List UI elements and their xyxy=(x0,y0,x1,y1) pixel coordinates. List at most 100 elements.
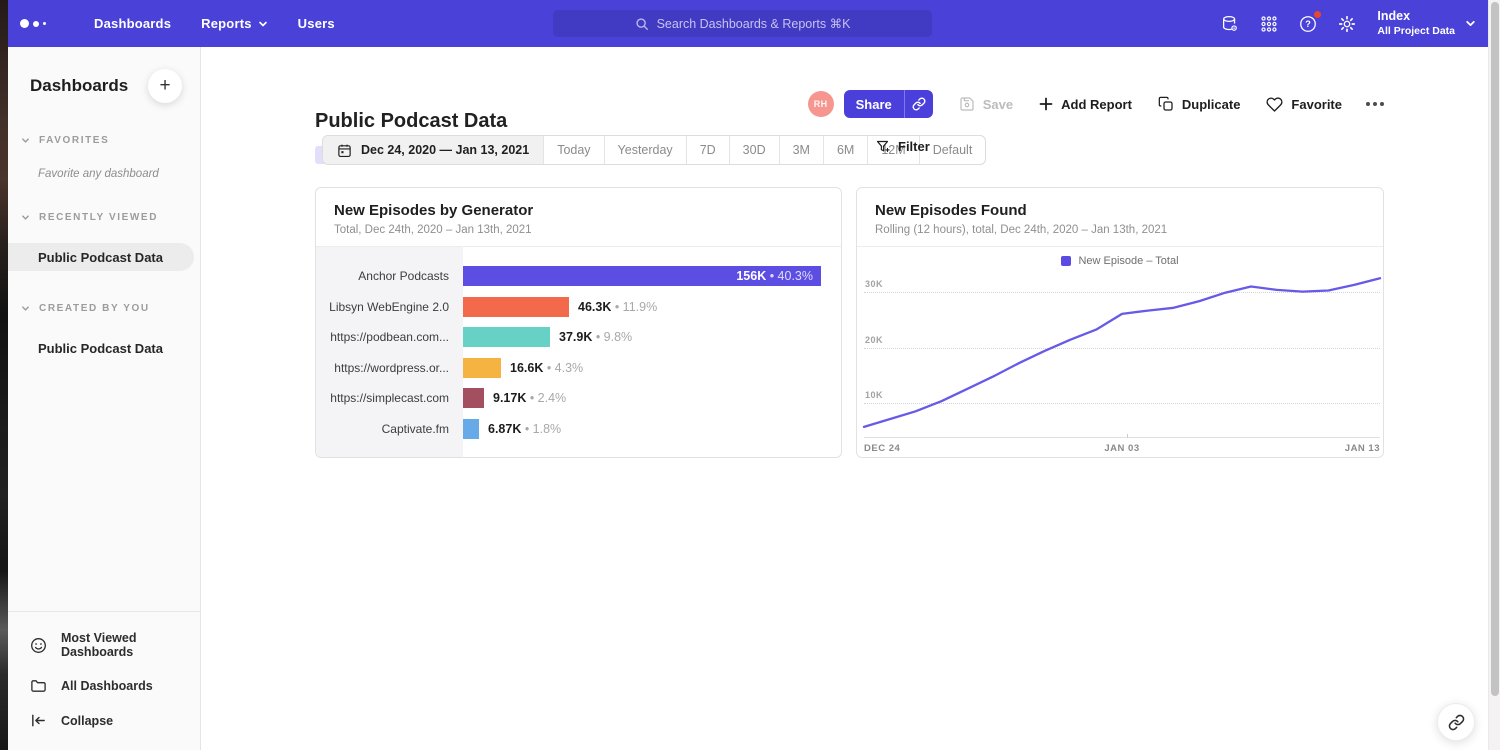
bar-category-label: https://simplecast.com xyxy=(316,391,463,405)
share-link-segment[interactable] xyxy=(904,90,933,118)
line-plot: 10K20K30K xyxy=(864,272,1380,438)
more-options-button[interactable] xyxy=(1366,102,1384,106)
filter-funnel-icon xyxy=(875,139,890,154)
avatar[interactable]: RH xyxy=(808,91,834,117)
nav-item-dashboards[interactable]: Dashboards xyxy=(94,16,171,31)
bar-segment[interactable] xyxy=(463,419,479,439)
copy-icon xyxy=(1158,96,1174,112)
scrollbar-thumb[interactable] xyxy=(1491,2,1499,696)
bar-segment[interactable]: 156K • 40.3% xyxy=(463,266,821,286)
apps-grid-icon[interactable] xyxy=(1258,13,1279,34)
collapse-label: Collapse xyxy=(61,714,113,728)
save-button[interactable]: Save xyxy=(959,96,1013,112)
bar-segment[interactable] xyxy=(463,327,550,347)
filter-button[interactable]: Filter xyxy=(875,139,930,154)
bar-category-label: Libsyn WebEngine 2.0 xyxy=(316,300,463,314)
most-viewed-dashboards-label: Most Viewed Dashboards xyxy=(61,631,200,659)
chart-subtitle: Total, Dec 24th, 2020 – Jan 13th, 2021 xyxy=(334,224,823,236)
date-preset-3m[interactable]: 3M xyxy=(780,136,824,164)
nav-reports-label: Reports xyxy=(201,16,252,31)
chevron-down-icon xyxy=(21,136,30,145)
app-logo-icon[interactable] xyxy=(20,19,64,28)
search-input[interactable]: Search Dashboards & Reports ⌘K xyxy=(553,10,932,37)
help-icon[interactable]: ? xyxy=(1297,13,1318,34)
bar-row: https://podbean.com...37.9K • 9.8% xyxy=(316,322,841,353)
chevron-down-icon xyxy=(1465,18,1476,29)
search-placeholder: Search Dashboards & Reports ⌘K xyxy=(657,16,851,31)
chart-legend: New Episode – Total xyxy=(857,255,1383,267)
bar-category-label: Captivate.fm xyxy=(316,422,463,436)
settings-gear-icon[interactable] xyxy=(1336,13,1357,34)
x-axis-tick-label: DEC 24 xyxy=(864,443,900,454)
nav-item-reports[interactable]: Reports xyxy=(201,16,268,31)
calendar-icon xyxy=(337,143,352,158)
bar-value-label: 9.17K • 2.4% xyxy=(493,391,566,405)
search-icon xyxy=(635,17,649,31)
section-created-by-you[interactable]: CREATED BY YOU xyxy=(8,303,200,314)
bar-value-label: 156K • 40.3% xyxy=(736,269,821,283)
section-created-by-you-label: CREATED BY YOU xyxy=(39,303,150,314)
card-new-episodes-found[interactable]: New Episodes Found Rolling (12 hours), t… xyxy=(856,187,1384,458)
bar-value-label: 46.3K • 11.9% xyxy=(578,300,657,314)
data-sources-icon[interactable] xyxy=(1219,13,1240,34)
all-dashboards-button[interactable]: All Dashboards xyxy=(8,668,200,703)
smiley-icon xyxy=(30,637,47,654)
date-preset-yesterday[interactable]: Yesterday xyxy=(605,136,687,164)
date-range-picker[interactable]: Dec 24, 2020 — Jan 13, 2021 xyxy=(323,136,544,164)
most-viewed-dashboards-button[interactable]: Most Viewed Dashboards xyxy=(8,622,200,668)
chart-subtitle: Rolling (12 hours), total, Dec 24th, 202… xyxy=(875,224,1365,236)
save-label: Save xyxy=(983,97,1013,112)
date-preset-30d[interactable]: 30D xyxy=(730,136,780,164)
sidebar-item-label: Public Podcast Data xyxy=(8,250,163,265)
date-range-label: Dec 24, 2020 — Jan 13, 2021 xyxy=(361,143,529,157)
bar-rows: Anchor Podcasts 156K • 40.3% Libsyn WebEng… xyxy=(316,261,841,444)
bar-segment[interactable] xyxy=(463,358,501,378)
date-preset-7d[interactable]: 7D xyxy=(687,136,730,164)
section-favorites-label: FAVORITES xyxy=(39,135,109,146)
bar-value-label: 37.9K • 9.8% xyxy=(559,330,632,344)
section-recently-viewed[interactable]: RECENTLY VIEWED xyxy=(8,212,200,223)
svg-text:?: ? xyxy=(1305,19,1311,29)
collapse-sidebar-button[interactable]: Collapse xyxy=(8,703,200,738)
notification-badge xyxy=(1313,10,1322,19)
duplicate-button[interactable]: Duplicate xyxy=(1158,96,1241,112)
nav-users-label: Users xyxy=(298,16,335,31)
main-content: Public Podcast Data Public RH Share Save… xyxy=(201,47,1488,750)
filter-label: Filter xyxy=(898,139,930,154)
bar-segment[interactable] xyxy=(463,297,569,317)
favorite-button[interactable]: Favorite xyxy=(1266,96,1342,113)
x-axis-tick-mark xyxy=(1127,434,1128,438)
bar-segment[interactable] xyxy=(463,388,484,408)
bar-category-label: Anchor Podcasts xyxy=(316,269,463,283)
sidebar-item-public-podcast-data-created[interactable]: Public Podcast Data xyxy=(8,334,200,362)
chevron-down-icon xyxy=(258,19,268,29)
add-report-label: Add Report xyxy=(1061,97,1132,112)
line-series xyxy=(864,272,1380,437)
add-dashboard-button[interactable]: + xyxy=(148,69,182,103)
date-preset-6m[interactable]: 6M xyxy=(824,136,868,164)
add-report-button[interactable]: Add Report xyxy=(1039,97,1132,112)
bar-value-label: 6.87K • 1.8% xyxy=(488,422,561,436)
sidebar-title: Dashboards xyxy=(30,76,128,96)
link-icon xyxy=(1448,714,1465,731)
chart-title: New Episodes Found xyxy=(875,202,1365,219)
card-new-episodes-by-generator[interactable]: New Episodes by Generator Total, Dec 24t… xyxy=(315,187,842,458)
x-axis-tick-label: JAN 03 xyxy=(1104,443,1139,454)
share-button[interactable]: Share xyxy=(844,90,933,118)
project-scope: All Project Data xyxy=(1377,25,1455,38)
header-actions: RH Share Save Add Report Duplicate Favor… xyxy=(808,89,1384,119)
project-name: Index xyxy=(1377,9,1455,25)
project-switcher[interactable]: Index All Project Data xyxy=(1377,9,1476,38)
chevron-down-icon xyxy=(21,304,30,313)
section-favorites[interactable]: FAVORITES xyxy=(8,135,200,146)
floating-share-link-button[interactable] xyxy=(1437,703,1475,741)
page-scrollbar[interactable] xyxy=(1488,0,1500,750)
sidebar-item-public-podcast-data-recent[interactable]: Public Podcast Data xyxy=(8,243,200,271)
folder-icon xyxy=(30,677,47,694)
sidebar: Dashboards + FAVORITES Favorite any dash… xyxy=(8,47,201,750)
chart-title: New Episodes by Generator xyxy=(334,202,823,219)
nav-item-users[interactable]: Users xyxy=(298,16,335,31)
desktop-edge xyxy=(0,0,8,750)
date-preset-today[interactable]: Today xyxy=(544,136,604,164)
section-recently-viewed-label: RECENTLY VIEWED xyxy=(39,212,158,223)
